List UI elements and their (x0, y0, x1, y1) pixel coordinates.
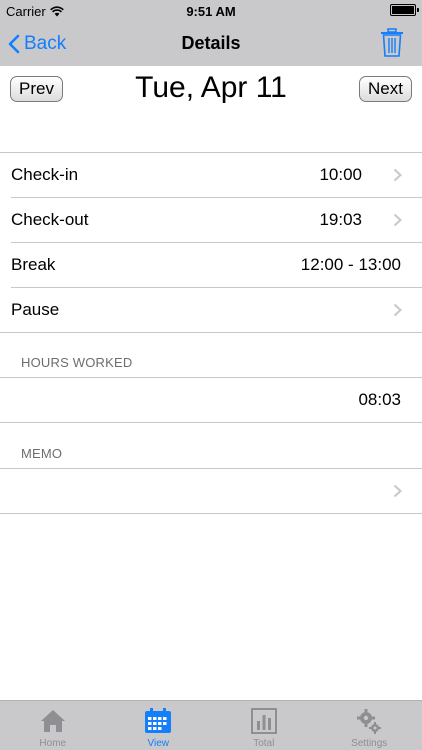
tab-total[interactable]: Total (211, 701, 317, 750)
separator (0, 513, 422, 514)
top-bar: Carrier 9:51 AM Back Details (0, 0, 422, 66)
tab-view[interactable]: View (106, 701, 212, 750)
bar-chart-icon (250, 708, 277, 734)
battery-icon (390, 4, 419, 16)
status-time: 9:51 AM (186, 4, 236, 19)
row-label: Check-out (11, 210, 89, 229)
separator (0, 332, 422, 333)
row-label: Check-in (11, 165, 79, 184)
tab-label: Home (39, 738, 67, 749)
date-navigator: Prev Tue, Apr 11 Next (0, 66, 422, 114)
hours-worked-row: 08:03 (0, 378, 422, 422)
tab-label: Settings (351, 738, 388, 749)
chevron-right-icon (393, 168, 402, 182)
row-value: 12:00 - 13:00 (300, 255, 401, 274)
row-value: 19:03 (319, 210, 362, 229)
details-screen: Carrier 9:51 AM Back Details Prev Tue, A… (0, 0, 422, 750)
gear-icon (357, 709, 382, 734)
row-check-out[interactable]: Check-out 19:03 (0, 198, 422, 242)
page-title: Details (181, 33, 241, 53)
delete-button[interactable] (380, 28, 404, 58)
separator (0, 422, 422, 423)
hours-worked-header: HOURS WORKED (21, 355, 133, 370)
tab-home[interactable]: Home (0, 701, 106, 750)
row-break[interactable]: Break 12:00 - 13:00 (0, 243, 422, 287)
tab-label: View (147, 738, 170, 749)
calendar-icon (145, 708, 172, 733)
tab-settings[interactable]: Settings (317, 701, 422, 750)
memo-row[interactable] (0, 469, 422, 513)
row-check-in[interactable]: Check-in 10:00 (0, 153, 422, 197)
hours-worked-value: 08:03 (358, 390, 401, 409)
chevron-right-icon (393, 303, 402, 317)
next-button[interactable]: Next (359, 76, 412, 102)
memo-header: MEMO (21, 446, 63, 461)
tab-label: Total (253, 738, 275, 749)
chevron-right-icon (393, 484, 402, 498)
home-icon (40, 710, 65, 732)
tab-bar: Home View Total Settings (0, 700, 422, 750)
trash-icon (381, 28, 403, 57)
navigation-bar: Back Details (0, 22, 422, 66)
row-value: 10:00 (319, 165, 362, 184)
row-pause[interactable]: Pause (0, 288, 422, 332)
chevron-right-icon (393, 213, 402, 227)
row-label: Break (11, 255, 56, 274)
status-bar: Carrier 9:51 AM (0, 0, 422, 22)
row-label: Pause (11, 300, 60, 319)
